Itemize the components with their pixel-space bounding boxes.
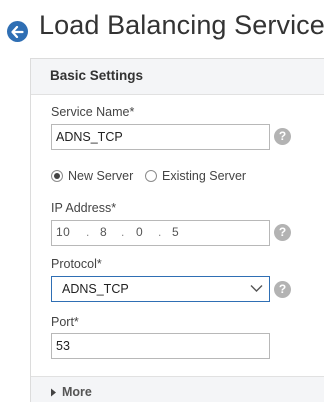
chevron-down-icon — [250, 285, 263, 292]
service-name-input[interactable] — [51, 124, 270, 150]
new-server-label[interactable]: New Server — [68, 169, 133, 183]
basic-settings-panel: Basic Settings Service Name* ? New Serve… — [30, 58, 324, 402]
new-server-radio[interactable] — [51, 170, 63, 182]
ip-separator: . — [121, 225, 125, 239]
service-name-help-icon[interactable]: ? — [274, 128, 291, 145]
protocol-select[interactable]: ADNS_TCP — [51, 276, 270, 302]
caret-right-icon — [51, 388, 56, 397]
ip-octet-3[interactable]: 0 — [136, 225, 143, 239]
port-label: Port* — [51, 315, 79, 329]
ip-octet-2[interactable]: 8 — [100, 225, 107, 239]
protocol-select-value: ADNS_TCP — [62, 282, 129, 296]
ip-separator: . — [158, 225, 162, 239]
ip-octet-1[interactable]: 10 — [56, 225, 70, 239]
protocol-label: Protocol* — [51, 257, 102, 271]
ip-address-help-icon[interactable]: ? — [274, 224, 291, 241]
ip-octet-4[interactable]: 5 — [172, 225, 179, 239]
existing-server-radio[interactable] — [145, 170, 157, 182]
service-name-label: Service Name* — [51, 105, 135, 119]
back-arrow-icon[interactable] — [7, 21, 28, 42]
page-title: Load Balancing Service — [39, 10, 324, 40]
panel-footer: More — [31, 376, 324, 402]
ip-address-label: IP Address* — [51, 201, 117, 215]
ip-separator: . — [86, 225, 90, 239]
panel-title: Basic Settings — [50, 68, 144, 83]
existing-server-label[interactable]: Existing Server — [162, 169, 246, 183]
more-label: More — [62, 385, 92, 399]
ip-address-input[interactable]: 10 . 8 . 0 . 5 — [51, 220, 270, 246]
protocol-help-icon[interactable]: ? — [274, 281, 291, 298]
port-input[interactable] — [51, 333, 270, 359]
page-header: Load Balancing Service — [0, 0, 324, 58]
panel-header: Basic Settings — [31, 59, 324, 95]
